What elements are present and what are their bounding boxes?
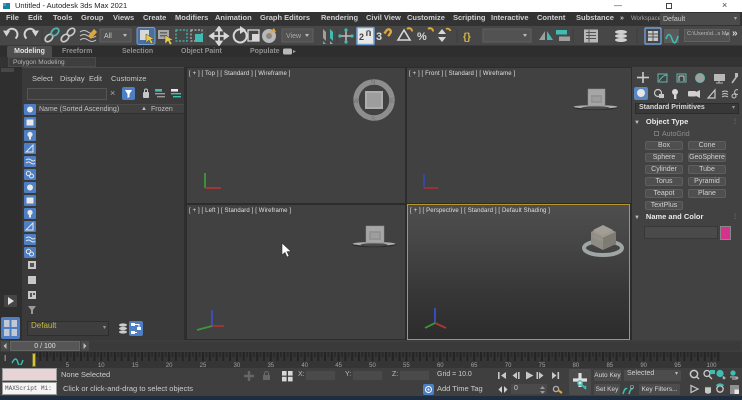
- svg-text:{}: {}: [463, 32, 471, 43]
- svg-text:All: All: [104, 33, 112, 40]
- svg-text:View: View: [286, 33, 302, 40]
- svg-text:3: 3: [376, 31, 382, 43]
- svg-text:2: 2: [359, 32, 364, 42]
- svg-text:O: O: [630, 385, 634, 391]
- svg-text:S: S: [371, 117, 375, 122]
- svg-text:E: E: [390, 99, 394, 105]
- svg-text:W: W: [353, 99, 359, 105]
- svg-text:%: %: [417, 31, 427, 43]
- svg-text:N: N: [371, 80, 375, 86]
